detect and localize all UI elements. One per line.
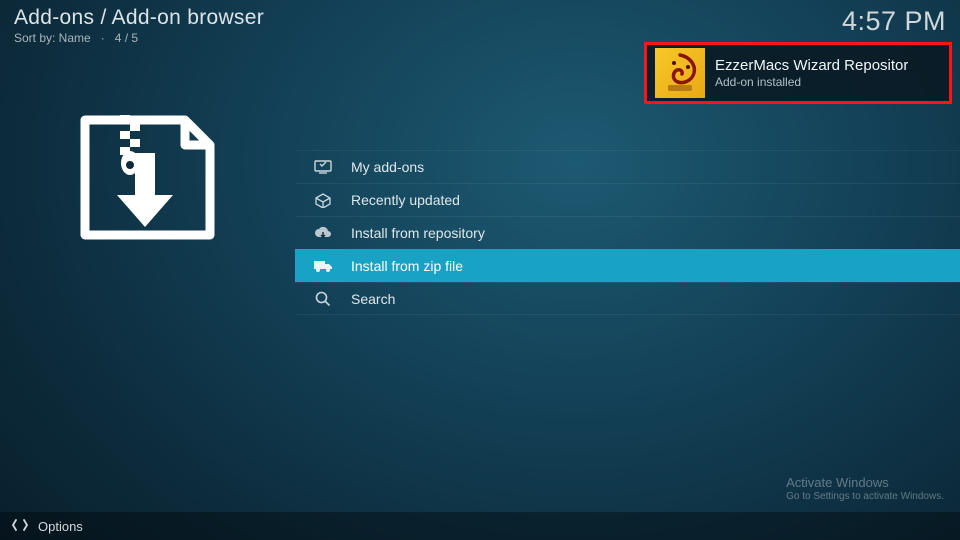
menu-list: My add-ons Recently updated Install from…	[295, 150, 960, 315]
notification-subtitle: Add-on installed	[715, 75, 908, 89]
notification-title: EzzerMacs Wizard Repositor	[715, 57, 908, 74]
menu-item-install-zip[interactable]: Install from zip file	[295, 249, 960, 282]
menu-item-search[interactable]: Search	[295, 282, 960, 315]
truck-icon	[313, 257, 333, 275]
cloud-download-icon	[313, 224, 333, 242]
menu-item-label: Search	[351, 291, 395, 307]
menu-item-label: My add-ons	[351, 159, 424, 175]
menu-item-install-repository[interactable]: Install from repository	[295, 216, 960, 249]
options-icon[interactable]	[12, 518, 28, 535]
notification-text: EzzerMacs Wizard Repositor Add-on instal…	[715, 57, 908, 89]
footer: Options	[0, 512, 960, 540]
monitor-icon	[313, 158, 333, 176]
ezzermacs-icon	[655, 48, 705, 98]
zip-install-icon	[80, 115, 215, 250]
options-label[interactable]: Options	[38, 519, 83, 534]
sidebar	[0, 0, 295, 540]
watermark-subtitle: Go to Settings to activate Windows.	[786, 491, 944, 502]
menu-item-my-addons[interactable]: My add-ons	[295, 150, 960, 183]
search-icon	[313, 290, 333, 308]
notification-toast: EzzerMacs Wizard Repositor Add-on instal…	[644, 42, 952, 104]
open-box-icon	[313, 191, 333, 209]
watermark-title: Activate Windows	[786, 475, 944, 490]
menu-item-recently-updated[interactable]: Recently updated	[295, 183, 960, 216]
clock: 4:57 PM	[842, 6, 946, 37]
menu-item-label: Install from zip file	[351, 258, 463, 274]
windows-watermark: Activate Windows Go to Settings to activ…	[786, 475, 944, 502]
menu-item-label: Install from repository	[351, 225, 485, 241]
menu-item-label: Recently updated	[351, 192, 460, 208]
